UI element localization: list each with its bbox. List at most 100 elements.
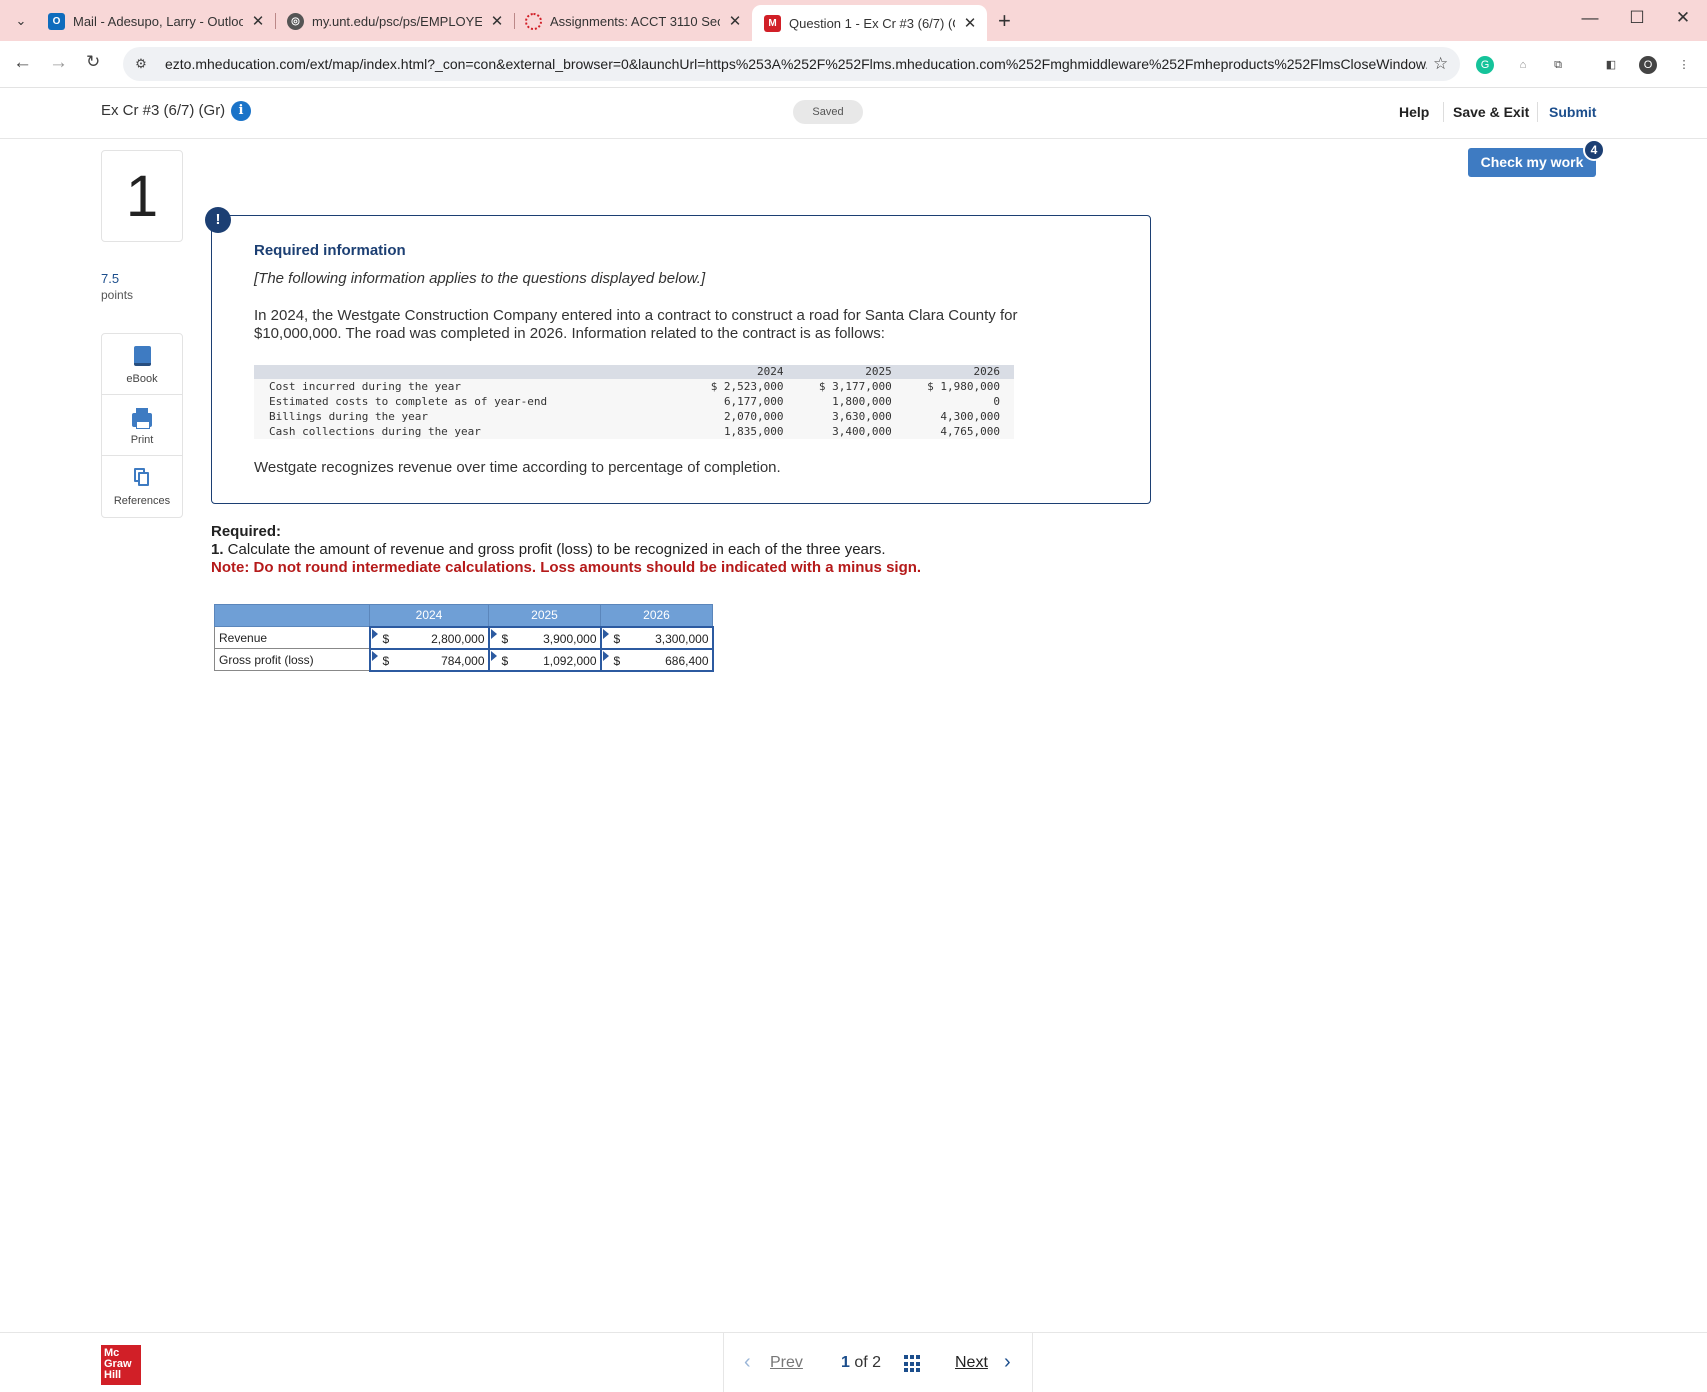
input-value[interactable]: 1,092,000 [543,654,596,668]
close-tab-icon[interactable]: ✕ [961,14,979,32]
window-close-icon[interactable]: ✕ [1663,8,1703,28]
input-value[interactable]: 2,800,000 [431,632,484,646]
new-tab-icon[interactable]: + [998,8,1011,34]
currency-symbol: $ [382,653,390,668]
profile-avatar[interactable]: O [1639,56,1657,74]
close-tab-icon[interactable]: ✕ [249,12,267,30]
table-cell: 1,835,000 [689,424,798,439]
tool-label: Print [130,434,154,446]
required-item-number: 1. [211,541,224,558]
tab-title: Mail - Adesupo, Larry - Outlook [73,13,243,29]
table-cell: $ 1,980,000 [905,379,1014,394]
spinner-icon [525,12,542,30]
browser-tab-bar: ⌄ O Mail - Adesupo, Larry - Outlook ✕ ◎ … [0,0,1707,41]
tab-assignments[interactable]: Assignments: ACCT 3110 Sectio ✕ [525,6,744,36]
globe-icon: ◎ [287,12,304,30]
grammarly-icon[interactable]: G [1476,56,1494,74]
tab-outlook[interactable]: O Mail - Adesupo, Larry - Outlook ✕ [48,6,267,36]
bookmark-star-icon[interactable]: ☆ [1433,54,1448,74]
answer-input[interactable]: $686,400 [599,647,714,672]
save-exit-link[interactable]: Save & Exit [1453,104,1529,120]
input-value[interactable]: 3,900,000 [543,632,596,646]
tab-unt-employee[interactable]: ◎ my.unt.edu/psc/ps/EMPLOYEE/ ✕ [287,6,506,36]
chevron-left-icon[interactable]: ‹ [744,1351,751,1374]
table-cell: 3,630,000 [797,409,906,424]
input-value[interactable]: 784,000 [441,654,484,668]
tab-separator [275,13,276,29]
submit-link[interactable]: Submit [1549,104,1596,120]
forward-icon[interactable]: → [49,52,68,74]
copy-pages-icon [134,468,150,487]
next-button[interactable]: Next [955,1354,988,1372]
answer-row-gross-profit: Gross profit (loss) $784,000 $1,092,000 … [214,647,714,672]
minimize-icon[interactable]: — [1570,8,1610,28]
print-button[interactable]: Print [102,395,182,456]
table-row: Estimated costs to complete as of year-e… [254,394,1014,409]
alert-icon: ! [205,207,231,233]
tab-search-chevron-icon[interactable]: ⌄ [10,10,32,32]
row-label: Gross profit (loss) [214,648,370,671]
row-label: Estimated costs to complete as of year-e… [254,394,690,409]
ebook-button[interactable]: eBook [102,334,182,395]
close-tab-icon[interactable]: ✕ [726,12,744,30]
required-information-panel: Required information [The following info… [211,215,1151,504]
info-icon[interactable]: i [231,101,251,121]
check-my-work-button[interactable]: Check my work [1468,148,1596,177]
url-text[interactable]: ezto.mheducation.com/ext/map/index.html?… [165,56,1427,72]
answer-input[interactable]: $1,092,000 [487,647,602,672]
close-tab-icon[interactable]: ✕ [488,12,506,30]
revenue-recognition-note: Westgate recognizes revenue over time ac… [254,459,781,476]
browser-address-bar: ← → ↻ ⚙ ezto.mheducation.com/ext/map/ind… [0,41,1707,88]
check-attempts-badge: 4 [1583,139,1605,161]
site-info-icon[interactable]: ⚙ [131,56,151,72]
page-position: 1 of 2 [841,1354,881,1372]
table-cell: 4,765,000 [905,424,1014,439]
answer-grid: 2024 2025 2026 Revenue $2,800,000 $3,900… [214,604,714,672]
answer-header-year: 2024 [369,604,489,627]
prev-button[interactable]: Prev [770,1354,803,1372]
required-information-subtitle: [The following information applies to th… [254,270,706,287]
table-header-year: 2026 [905,365,1014,379]
currency-symbol: $ [501,653,509,668]
answer-header-year: 2026 [600,604,713,627]
tab-question-1[interactable]: M Question 1 - Ex Cr #3 (6/7) (Gr) ✕ [752,5,987,41]
tab-title: Assignments: ACCT 3110 Sectio [550,13,720,29]
answer-input[interactable]: $2,800,000 [368,625,490,650]
extensions-puzzle-icon[interactable]: ⧉ [1549,56,1567,74]
answer-input[interactable]: $3,300,000 [599,625,714,650]
required-section: Required: 1. Calculate the amount of rev… [211,523,921,577]
required-information-title: Required information [254,242,406,259]
answer-input[interactable]: $3,900,000 [487,625,602,650]
reload-icon[interactable]: ↻ [86,52,100,72]
references-button[interactable]: References [102,456,182,517]
question-pager: ‹ Prev 1 of 2 Next › [723,1333,1033,1392]
row-label: Billings during the year [254,409,690,424]
browser-menu-icon[interactable]: ⋮ [1675,56,1693,74]
cell-flag-icon [602,628,609,639]
answer-input[interactable]: $784,000 [368,647,490,672]
question-grid-icon[interactable] [904,1355,922,1373]
row-label: Cost incurred during the year [254,379,690,394]
table-cell: 3,400,000 [797,424,906,439]
chevron-right-icon[interactable]: › [1004,1351,1011,1374]
assignment-header: Ex Cr #3 (6/7) (Gr) i Saved Help Save & … [0,88,1707,139]
table-row: Billings during the year 2,070,000 3,630… [254,409,1014,424]
help-link[interactable]: Help [1399,104,1429,120]
tab-title: Question 1 - Ex Cr #3 (6/7) (Gr) [789,15,955,31]
points-value: 7.5 [101,271,120,286]
mcgraw-m-icon: M [764,14,781,32]
table-cell: 2,070,000 [689,409,798,424]
cell-flag-icon [602,650,609,661]
input-value[interactable]: 3,300,000 [655,632,708,646]
side-panel-icon[interactable]: ◧ [1602,56,1620,74]
printer-icon [132,408,152,429]
input-value[interactable]: 686,400 [665,654,708,668]
table-cell: $ 3,177,000 [797,379,906,394]
extension-lock-icon[interactable]: ⌂ [1514,56,1532,74]
omnibox[interactable]: ⚙ ezto.mheducation.com/ext/map/index.htm… [123,47,1460,81]
currency-symbol: $ [501,631,509,646]
maximize-icon[interactable]: ☐ [1617,8,1657,28]
table-cell: 1,800,000 [797,394,906,409]
tool-label: eBook [126,373,158,385]
back-icon[interactable]: ← [13,52,32,74]
